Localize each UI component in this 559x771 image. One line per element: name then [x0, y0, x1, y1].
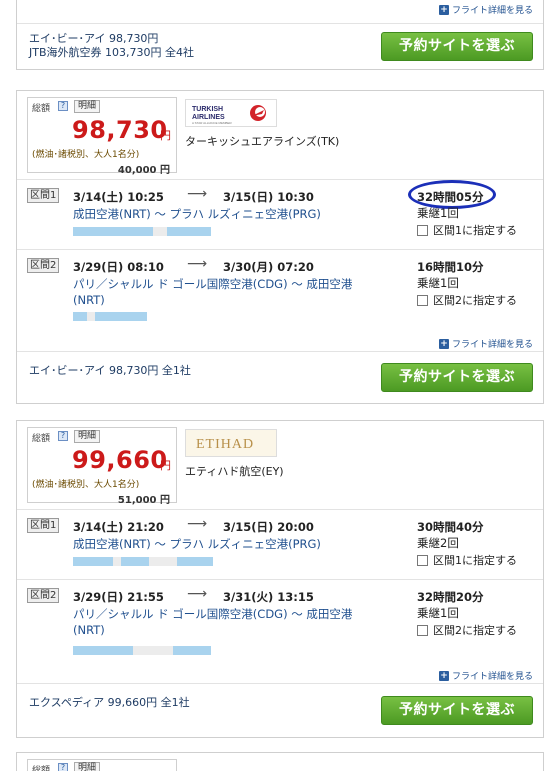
- designate-segment-2[interactable]: 区間2に指定する: [417, 622, 517, 638]
- departure-time: 3/29(日) 08:10: [73, 260, 164, 274]
- svg-text:TURKISH: TURKISH: [192, 106, 223, 113]
- arrival-time: 3/30(月) 07:20: [223, 260, 314, 274]
- arrow-right-icon: ⟶: [187, 516, 208, 532]
- flight-timebar: [73, 312, 147, 321]
- book-site-button[interactable]: 予約サイトを選ぶ: [381, 363, 533, 392]
- fuel-tax-note: (燃油･諸税別、大人1名分): [32, 480, 140, 490]
- base-fare: 51,000 円: [117, 495, 170, 506]
- base-fare: 40,000 円: [117, 165, 170, 176]
- flight-detail-link[interactable]: + フライト詳細を見る: [438, 3, 533, 16]
- checkbox[interactable]: [417, 224, 428, 236]
- designate-label: 区間1に指定する: [433, 554, 517, 567]
- designate-label: 区間1に指定する: [433, 224, 517, 237]
- segment-row: 区間2 3/29(日) 21:55 ⟶ 3/31(火) 13:15 パリ／シャル…: [17, 579, 543, 661]
- svg-text:ETIHAD: ETIHAD: [196, 437, 254, 452]
- yen-unit: 円: [160, 129, 171, 142]
- agency-summary: エクスペディア 99,660円 全1社: [29, 696, 190, 709]
- price-box: 総額 ? 明細 98,730 円 (燃油･諸税別、大人1名分) 40,000 円: [27, 97, 177, 176]
- book-site-button[interactable]: 予約サイトを選ぶ: [381, 696, 533, 725]
- designate-segment-1[interactable]: 区間1に指定する: [417, 552, 517, 568]
- flight-timebar: [73, 227, 211, 236]
- breakdown-tab[interactable]: 明細: [74, 100, 101, 113]
- stops: 乗継1回: [417, 606, 459, 620]
- route-text: 成田空港(NRT) 〜 プラハ ルズィニェ空港(PRG): [73, 207, 321, 221]
- segment-row: 区間1 3/14(土) 10:25 ⟶ 3/15(日) 10:30 成田空港(N…: [17, 179, 543, 245]
- segment-row: 区間2 3/29(日) 08:10 ⟶ 3/30(月) 07:20 パリ／シャル…: [17, 249, 543, 331]
- breakdown-tab[interactable]: 明細: [74, 762, 101, 771]
- duration: 32時間20分: [417, 590, 484, 604]
- result-card-partial: 総額 ? 明細: [16, 752, 544, 771]
- segment-badge: 区間1: [27, 518, 60, 533]
- plus-icon: +: [438, 4, 449, 15]
- checkbox[interactable]: [417, 624, 428, 636]
- designate-segment-2[interactable]: 区間2に指定する: [417, 292, 517, 308]
- svg-text:AIRLINES: AIRLINES: [192, 114, 225, 121]
- arrival-time: 3/15(日) 20:00: [223, 520, 314, 534]
- etihad-logo: ETIHAD: [185, 429, 277, 457]
- arrival-time: 3/15(日) 10:30: [223, 190, 314, 204]
- card-footer: エイ･ビー･アイ 98,730円 全1社 予約サイトを選ぶ: [17, 351, 543, 403]
- book-site-button[interactable]: 予約サイトを選ぶ: [381, 32, 533, 61]
- arrow-right-icon: ⟶: [187, 586, 208, 602]
- departure-time: 3/14(土) 21:20: [73, 520, 164, 534]
- price-box: 総額 ? 明細: [27, 759, 177, 771]
- total-label: 総額: [32, 104, 51, 114]
- help-icon[interactable]: ?: [58, 101, 68, 111]
- help-icon[interactable]: ?: [58, 763, 68, 771]
- designate-label: 区間2に指定する: [433, 624, 517, 637]
- agency-line-1: エイ･ビー･アイ 98,730円: [29, 32, 159, 45]
- stops: 乗継1回: [417, 276, 459, 290]
- plus-icon: +: [438, 338, 449, 349]
- plus-icon: +: [438, 670, 449, 681]
- checkbox[interactable]: [417, 554, 428, 566]
- segment-badge: 区間2: [27, 258, 60, 273]
- arrow-right-icon: ⟶: [187, 256, 208, 272]
- flight-detail-label: フライト詳細を見る: [451, 6, 533, 16]
- total-label: 総額: [32, 434, 51, 444]
- checkbox[interactable]: [417, 294, 428, 306]
- departure-time: 3/14(土) 10:25: [73, 190, 164, 204]
- airline-name: ターキッシュエアラインズ(TK): [185, 135, 340, 148]
- airline-name: エティハド航空(EY): [185, 465, 284, 478]
- route-text: パリ／シャルル ド ゴール国際空港(CDG) 〜 成田空港(NRT): [73, 277, 353, 307]
- total-price: 99,660: [72, 446, 168, 474]
- segment-badge: 区間1: [27, 188, 60, 203]
- result-card-top: + フライト詳細を見る エイ･ビー･アイ 98,730円 JTB海外航空券 10…: [16, 0, 544, 70]
- duration: 32時間05分: [417, 190, 484, 204]
- flight-detail-link[interactable]: + フライト詳細を見る: [438, 337, 533, 350]
- stops: 乗継2回: [417, 536, 459, 550]
- flight-timebar: [73, 646, 211, 655]
- segment-badge: 区間2: [27, 588, 60, 603]
- arrow-right-icon: ⟶: [187, 186, 208, 202]
- breakdown-tab[interactable]: 明細: [74, 430, 101, 443]
- duration: 30時間40分: [417, 520, 484, 534]
- card-footer: エクスペディア 99,660円 全1社 予約サイトを選ぶ: [17, 683, 543, 737]
- card-footer: エイ･ビー･アイ 98,730円 JTB海外航空券 103,730円 全4社 予…: [17, 23, 543, 69]
- fuel-tax-note: (燃油･諸税別、大人1名分): [32, 150, 140, 160]
- route-text: パリ／シャルル ド ゴール国際空港(CDG) 〜 成田空港(NRT): [73, 607, 353, 637]
- flight-detail-link[interactable]: + フライト詳細を見る: [438, 669, 533, 682]
- designate-segment-1[interactable]: 区間1に指定する: [417, 222, 517, 238]
- flight-detail-label: フライト詳細を見る: [451, 672, 533, 682]
- agency-summary: エイ･ビー･アイ 98,730円 全1社: [29, 364, 191, 377]
- result-card: 総額 ? 明細 98,730 円 (燃油･諸税別、大人1名分) 40,000 円…: [16, 90, 544, 404]
- flight-detail-label: フライト詳細を見る: [451, 340, 533, 350]
- yen-unit: 円: [160, 459, 171, 472]
- segment-row: 区間1 3/14(土) 21:20 ⟶ 3/15(日) 20:00 成田空港(N…: [17, 509, 543, 575]
- result-card: 総額 ? 明細 99,660 円 (燃油･諸税別、大人1名分) 51,000 円…: [16, 420, 544, 738]
- price-box: 総額 ? 明細 99,660 円 (燃油･諸税別、大人1名分) 51,000 円: [27, 427, 177, 506]
- designate-label: 区間2に指定する: [433, 294, 517, 307]
- total-label: 総額: [32, 766, 51, 771]
- help-icon[interactable]: ?: [58, 431, 68, 441]
- duration: 16時間10分: [417, 260, 484, 274]
- flight-timebar: [73, 557, 213, 566]
- svg-text:A STAR ALLIANCE MEMBER: A STAR ALLIANCE MEMBER: [192, 121, 232, 125]
- turkish-airlines-logo: TURKISH AIRLINES A STAR ALLIANCE MEMBER: [185, 99, 277, 127]
- departure-time: 3/29(日) 21:55: [73, 590, 164, 604]
- agency-line-2: JTB海外航空券 103,730円 全4社: [29, 46, 194, 59]
- stops: 乗継1回: [417, 206, 459, 220]
- arrival-time: 3/31(火) 13:15: [223, 590, 314, 604]
- total-price: 98,730: [72, 116, 168, 144]
- route-text: 成田空港(NRT) 〜 プラハ ルズィニェ空港(PRG): [73, 537, 321, 551]
